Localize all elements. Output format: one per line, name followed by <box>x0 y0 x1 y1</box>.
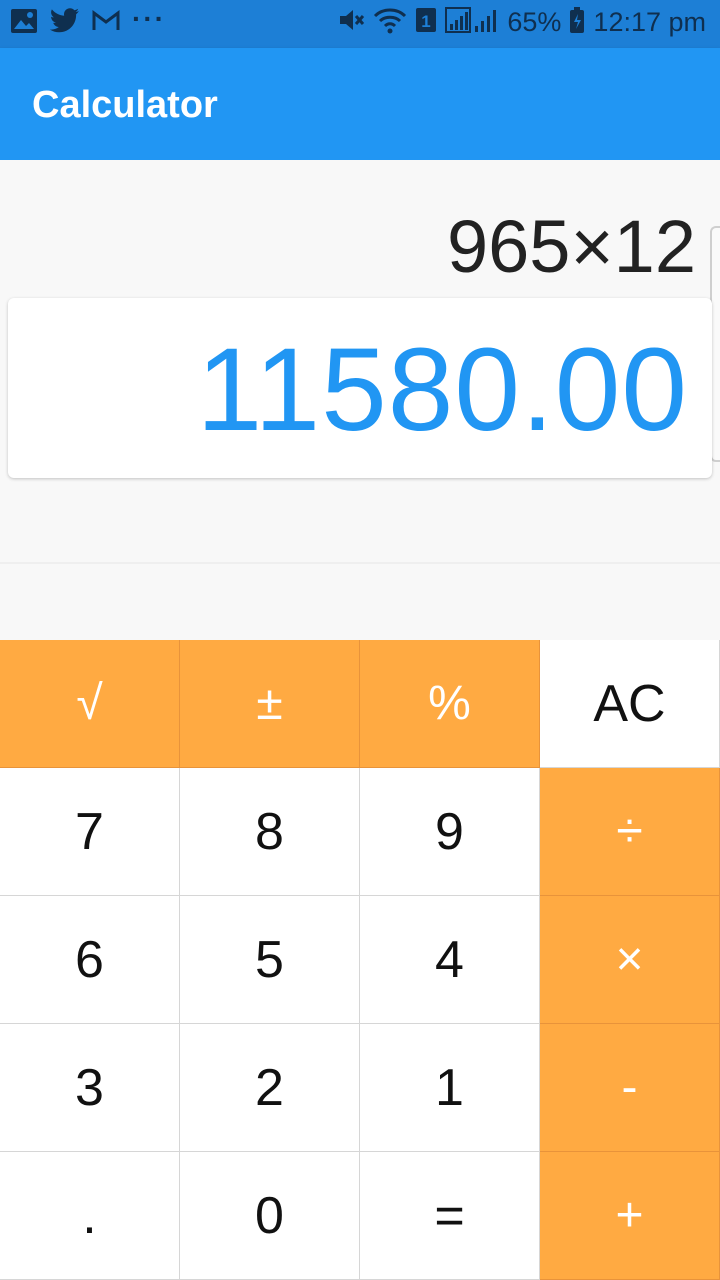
more-dots-icon: ··· <box>132 2 166 34</box>
multiply-button[interactable]: × <box>540 896 720 1024</box>
mute-icon <box>337 6 365 39</box>
digit-2-button[interactable]: 2 <box>180 1024 360 1152</box>
percent-button[interactable]: % <box>360 640 540 768</box>
keypad: √ ± % AC 7 8 9 ÷ 6 5 4 × 3 2 1 - . 0 = + <box>0 640 720 1280</box>
result-card: 11580.00 <box>8 298 712 478</box>
decimal-button[interactable]: . <box>0 1152 180 1280</box>
sim-number: 1 <box>422 12 431 31</box>
gmail-icon <box>92 10 120 37</box>
digit-0-button[interactable]: 0 <box>180 1152 360 1280</box>
divider <box>0 562 720 564</box>
plus-button[interactable]: + <box>540 1152 720 1280</box>
battery-icon <box>569 6 585 39</box>
clear-button[interactable]: AC <box>540 640 720 768</box>
battery-percent: 65% <box>507 7 562 37</box>
sqrt-button[interactable]: √ <box>0 640 180 768</box>
plus-minus-button[interactable]: ± <box>180 640 360 768</box>
digit-4-button[interactable]: 4 <box>360 896 540 1024</box>
digit-3-button[interactable]: 3 <box>0 1024 180 1152</box>
signal-icon <box>445 6 499 39</box>
minus-button[interactable]: - <box>540 1024 720 1152</box>
twitter-icon <box>49 8 80 39</box>
digit-8-button[interactable]: 8 <box>180 768 360 896</box>
gallery-icon <box>10 8 38 39</box>
digit-5-button[interactable]: 5 <box>180 896 360 1024</box>
app-title: Calculator <box>32 84 218 126</box>
result-text: 11580.00 <box>196 324 688 456</box>
display-area: 965×12 11580.00 <box>0 160 720 640</box>
expression-text: 965×12 <box>447 205 696 288</box>
digit-9-button[interactable]: 9 <box>360 768 540 896</box>
clock: 12:17 pm <box>593 7 706 37</box>
sim-1-icon: 1 <box>415 6 437 39</box>
digit-1-button[interactable]: 1 <box>360 1024 540 1152</box>
status-bar: ··· 1 65% 12:17 pm <box>0 0 720 48</box>
digit-6-button[interactable]: 6 <box>0 896 180 1024</box>
divide-button[interactable]: ÷ <box>540 768 720 896</box>
wifi-icon <box>373 6 407 39</box>
equals-button[interactable]: = <box>360 1152 540 1280</box>
app-bar: Calculator <box>0 48 720 160</box>
digit-7-button[interactable]: 7 <box>0 768 180 896</box>
